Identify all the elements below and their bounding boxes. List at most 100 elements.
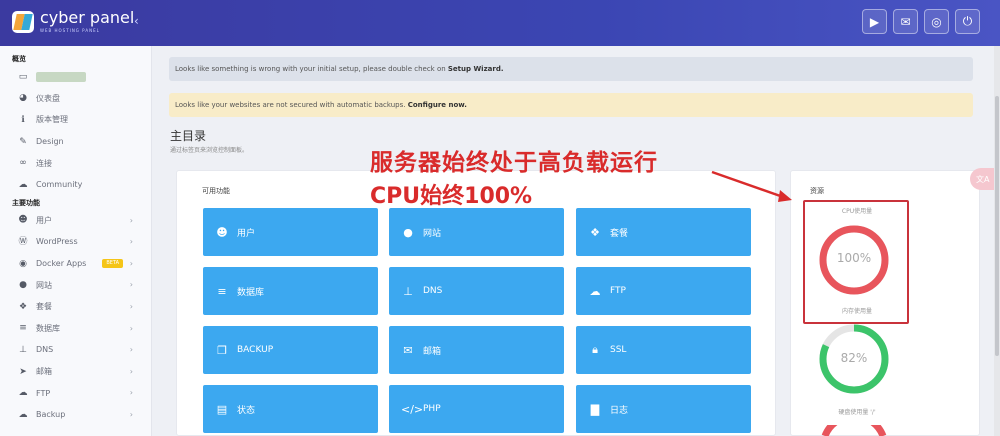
sidebar-item-backup[interactable]: ☁ Backup › — [0, 404, 151, 426]
support-icon[interactable]: ◎ — [924, 9, 949, 34]
tile-label: BACKUP — [237, 345, 274, 355]
sidebar-item-label: 数据库 — [36, 323, 60, 333]
sitemap-icon: ⊥ — [19, 344, 27, 355]
link-icon: ∞ — [19, 158, 27, 169]
tile-ftp[interactable]: ☁ FTP — [576, 267, 751, 315]
sidebar-item-docker[interactable]: ◉ Docker Apps BETA › — [0, 253, 151, 275]
sidebar-item-label: Design — [36, 137, 64, 147]
page-scrollbar[interactable] — [994, 46, 1000, 436]
globe-icon: ● — [403, 225, 413, 239]
brand-subtitle: WEB HOSTING PANEL — [40, 28, 100, 33]
sidebar-item-label: 版本管理 — [36, 115, 68, 125]
palette-icon: ◕ — [19, 93, 27, 104]
disk-gauge — [821, 425, 887, 436]
sidebar-item-label: 连接 — [36, 158, 52, 168]
tile-label: 数据库 — [237, 287, 265, 298]
configure-now-link[interactable]: Configure now. — [408, 101, 467, 109]
tile-users[interactable]: ☻ 用户 — [203, 208, 378, 256]
clone-icon: ❐ — [217, 343, 227, 357]
sidebar-item-dashboard[interactable]: ◕ 仪表盘 — [0, 88, 151, 110]
tile-label: 状态 — [237, 405, 256, 416]
sidebar-item-label: DNS — [36, 345, 54, 355]
code-icon: </> — [401, 402, 424, 416]
list-icon: ▤ — [216, 402, 228, 416]
sidebar-item-users[interactable]: ☻ 用户 › — [0, 210, 151, 232]
tile-status[interactable]: ▤ 状态 — [203, 385, 378, 433]
power-icon[interactable]: ⏻ — [955, 9, 980, 34]
sidebar-item-user[interactable]: ▭ — [0, 66, 151, 88]
annotation-line1: 服务器始终处于高负载运行 — [370, 150, 658, 176]
brand-logo[interactable]: cyber panel WEB HOSTING PANEL — [12, 10, 134, 33]
tile-email[interactable]: ✉ 邮箱 — [389, 326, 564, 374]
file-icon: ▇ — [590, 402, 600, 416]
youtube-icon[interactable]: ▶ — [862, 9, 887, 34]
envelope-icon: ✉ — [403, 343, 413, 357]
sidebar-item-websites[interactable]: ● 网站 › — [0, 274, 151, 296]
sidebar-item-community[interactable]: ☁ Community — [0, 174, 151, 196]
sidebar-section-overview: 概览 — [12, 55, 26, 63]
page-subtitle: 通过标签页来浏览控制面板。 — [170, 147, 249, 154]
setup-wizard-link[interactable]: Setup Wizard. — [448, 65, 504, 73]
tile-ssl[interactable]: 🔒︎ SSL — [576, 326, 751, 374]
tile-websites[interactable]: ● 网站 — [389, 208, 564, 256]
users-icon: ☻ — [216, 225, 228, 239]
setup-alert: Looks like something is wrong with your … — [169, 57, 973, 81]
tile-label: SSL — [610, 345, 627, 355]
chevron-left-icon[interactable]: ‹ — [134, 14, 139, 28]
sidebar-item-dns[interactable]: ⊥ DNS › — [0, 339, 151, 361]
cubes-icon: ❖ — [590, 225, 600, 239]
tile-logs[interactable]: ▇ 日志 — [576, 385, 751, 433]
tile-dns[interactable]: ⊥ DNS — [389, 267, 564, 315]
sidebar-item-label: Backup — [36, 410, 66, 420]
sidebar-section-main: 主要功能 — [12, 198, 40, 207]
sidebar-item-label: WordPress — [36, 237, 78, 247]
sidebar-item-label: 网站 — [36, 280, 52, 290]
chevron-right-icon: › — [129, 280, 133, 290]
cloud-upload-icon: ☁ — [589, 284, 601, 298]
backup-alert: Looks like your websites are not secured… — [169, 93, 973, 117]
sidebar-item-design[interactable]: ✎ Design — [0, 131, 151, 153]
sidebar-item-packages[interactable]: ❖ 套餐 › — [0, 296, 151, 318]
sidebar-item-email[interactable]: ➤ 邮箱 › — [0, 361, 151, 383]
tile-label: 邮箱 — [423, 346, 442, 357]
sidebar-item-databases[interactable]: ≡ 数据库 › — [0, 318, 151, 340]
chat-icon[interactable]: ✉ — [893, 9, 918, 34]
paper-plane-icon: ➤ — [19, 366, 27, 377]
tile-label: 网站 — [423, 228, 442, 239]
annotation-arrow — [711, 170, 792, 202]
chevron-right-icon: › — [129, 388, 133, 398]
scrollbar-thumb[interactable] — [995, 96, 999, 356]
sidebar-item-version[interactable]: ℹ 版本管理 — [0, 109, 151, 131]
tile-label: 套餐 — [610, 228, 629, 239]
disk-gauge-arc — [821, 425, 887, 436]
chevron-right-icon: › — [129, 323, 133, 333]
cloud-icon: ☁ — [18, 409, 28, 420]
docker-icon: ◉ — [19, 258, 27, 269]
comments-icon: ☁ — [18, 179, 28, 190]
sidebar-item-label: Docker Apps — [36, 259, 87, 269]
sidebar-item-label: 套餐 — [36, 302, 52, 312]
sidebar-item-label: 邮箱 — [36, 367, 52, 377]
functions-title: 可用功能 — [202, 187, 230, 195]
sidebar-item-wordpress[interactable]: Ⓦ WordPress › — [0, 231, 151, 253]
brand-title: cyber panel — [40, 8, 135, 27]
user-name-redacted — [36, 71, 86, 82]
annotation-line2: CPU始终100% — [370, 184, 533, 209]
tile-databases[interactable]: ≡ 数据库 — [203, 267, 378, 315]
lock-icon: 🔒︎ — [592, 343, 598, 356]
setup-alert-text: Looks like something is wrong with your … — [175, 65, 448, 73]
laptop-icon: ▭ — [18, 71, 28, 82]
chevron-right-icon: › — [129, 366, 133, 376]
sidebar-item-label: FTP — [36, 388, 51, 398]
tile-backup[interactable]: ❐ BACKUP — [203, 326, 378, 374]
tile-label: PHP — [423, 404, 441, 414]
paint-icon: ✎ — [19, 136, 27, 147]
tile-packages[interactable]: ❖ 套餐 — [576, 208, 751, 256]
sidebar-item-connect[interactable]: ∞ 连接 — [0, 152, 151, 174]
sidebar: 概览 ▭ ◕ 仪表盘 ℹ 版本管理 ✎ Design ∞ 连接 ☁ Commun… — [0, 46, 152, 436]
chevron-right-icon: › — [129, 409, 133, 419]
sidebar-item-ftp[interactable]: ☁ FTP › — [0, 382, 151, 404]
arrow-line — [711, 170, 787, 200]
tile-php[interactable]: </> PHP — [389, 385, 564, 433]
wordpress-icon: Ⓦ — [18, 236, 28, 247]
